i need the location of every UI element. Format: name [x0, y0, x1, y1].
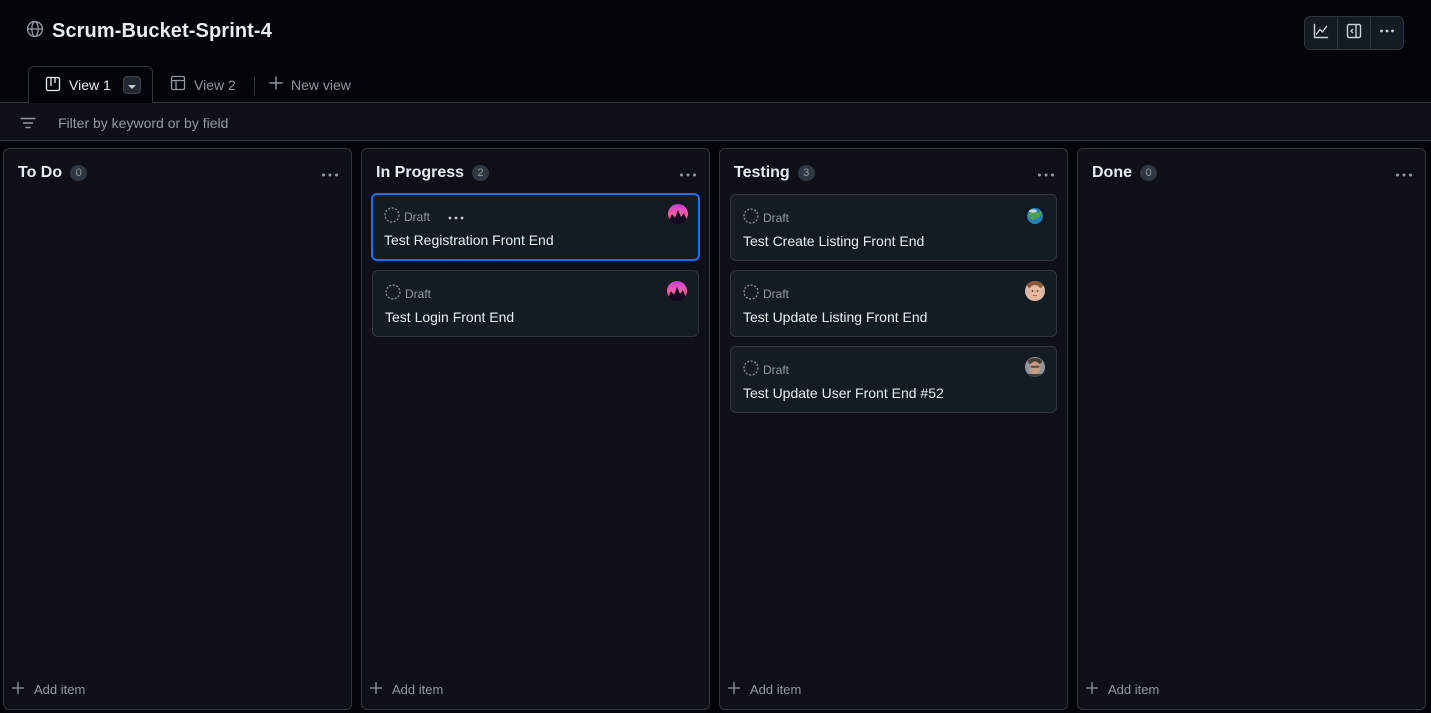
column-to-do: To Do 0 Add item	[3, 148, 352, 710]
card-menu-button[interactable]	[448, 210, 464, 224]
kebab-icon	[1395, 165, 1413, 182]
card-item[interactable]: Draft Test Update User Front End #52	[730, 346, 1057, 413]
card-meta: Draft	[385, 284, 431, 303]
globe-icon	[26, 20, 44, 43]
view-tabs: View 1 View 2 New view	[0, 66, 1431, 104]
plus-icon	[727, 681, 741, 697]
add-item-button[interactable]: Add item	[727, 681, 802, 697]
card-status: Draft	[763, 362, 790, 377]
avatar[interactable]	[667, 281, 687, 301]
card-meta: Draft	[743, 284, 789, 303]
add-item-label: Add item	[34, 682, 86, 697]
filter-input[interactable]: Filter by keyword or by field	[58, 115, 228, 131]
column-header: In Progress 2	[376, 164, 490, 182]
column-header: To Do 0	[18, 164, 88, 182]
kebab-icon	[1037, 165, 1055, 182]
plus-icon	[1085, 681, 1099, 697]
card-item[interactable]: Draft Test Create Listing Front End	[730, 194, 1057, 261]
project-toolbar	[1304, 16, 1404, 50]
column-testing: Testing 3 Draft Test Create Listing Fron…	[719, 148, 1068, 710]
project-menu-button[interactable]	[1371, 17, 1403, 49]
card-item[interactable]: Draft Test Update Listing Front End	[730, 270, 1057, 337]
add-item-button[interactable]: Add item	[1085, 681, 1160, 697]
project-title-wrap: Scrum-Bucket-Sprint-4	[26, 20, 272, 43]
column-count-badge: 2	[472, 165, 490, 181]
column-menu-button[interactable]	[321, 165, 339, 183]
card-status: Draft	[404, 209, 431, 224]
board-icon	[45, 76, 61, 95]
column-count-badge: 3	[797, 165, 815, 181]
sidebar-icon	[1346, 23, 1362, 44]
graph-icon	[1313, 23, 1329, 44]
add-item-button[interactable]: Add item	[11, 681, 86, 697]
filter-icon	[20, 116, 36, 134]
plus-icon	[369, 681, 383, 697]
tab-view-2[interactable]: View 2	[170, 66, 236, 103]
add-item-button[interactable]: Add item	[369, 681, 444, 697]
column-menu-button[interactable]	[679, 165, 697, 183]
column-title: Testing	[734, 164, 790, 181]
table-icon	[170, 75, 186, 94]
filter-bar[interactable]: Filter by keyword or by field	[0, 103, 1431, 141]
card-meta: Draft	[743, 208, 789, 227]
kebab-icon	[321, 165, 339, 182]
column-count-badge: 0	[70, 165, 88, 181]
card-title[interactable]: Test Create Listing Front End	[743, 233, 924, 249]
draft-circle-icon	[743, 208, 759, 227]
card-item[interactable]: Draft Test Registration Front End	[371, 193, 700, 261]
project-header: Scrum-Bucket-Sprint-4	[0, 0, 1431, 66]
column-menu-button[interactable]	[1395, 165, 1413, 183]
card-title[interactable]: Test Registration Front End	[384, 232, 554, 248]
add-item-label: Add item	[750, 682, 802, 697]
add-item-label: Add item	[392, 682, 444, 697]
insights-button[interactable]	[1305, 17, 1338, 49]
card-meta: Draft	[384, 207, 464, 226]
column-done: Done 0 Add item	[1077, 148, 1426, 710]
card-status: Draft	[763, 210, 790, 225]
side-panel-button[interactable]	[1338, 17, 1371, 49]
avatar[interactable]	[668, 204, 688, 224]
kebab-icon	[1379, 23, 1395, 44]
card-meta: Draft	[743, 360, 789, 379]
view-options-button[interactable]	[122, 76, 141, 94]
caret-down-icon	[127, 77, 136, 93]
tab-divider	[254, 77, 255, 95]
draft-circle-icon	[385, 284, 401, 303]
tab-label: View 2	[194, 76, 236, 93]
tab-label: New view	[291, 76, 351, 93]
add-item-label: Add item	[1108, 682, 1160, 697]
card-title[interactable]: Test Update Listing Front End	[743, 309, 927, 325]
draft-circle-icon	[384, 207, 400, 226]
tab-view-1[interactable]: View 1	[28, 66, 153, 104]
kebab-icon	[448, 210, 464, 224]
draft-circle-icon	[743, 284, 759, 303]
column-count-badge: 0	[1140, 165, 1157, 181]
card-status: Draft	[763, 286, 790, 301]
column-header: Done 0	[1092, 164, 1157, 182]
page-title: Scrum-Bucket-Sprint-4	[52, 20, 272, 42]
kebab-icon	[679, 165, 697, 182]
avatar[interactable]	[1025, 357, 1045, 377]
plus-icon	[269, 76, 283, 93]
card-item[interactable]: Draft Test Login Front End	[372, 270, 699, 337]
column-title: Done	[1092, 164, 1132, 181]
draft-circle-icon	[743, 360, 759, 379]
new-view-button[interactable]: New view	[269, 66, 351, 103]
card-title[interactable]: Test Update User Front End #52	[743, 385, 944, 401]
column-menu-button[interactable]	[1037, 165, 1055, 183]
column-title: To Do	[18, 164, 63, 181]
plus-icon	[11, 681, 25, 697]
avatar[interactable]	[1025, 281, 1045, 301]
tab-label: View 1	[69, 77, 111, 93]
card-status: Draft	[405, 286, 432, 301]
column-in-progress: In Progress 2 Draft Test Registration Fr…	[361, 148, 710, 710]
avatar[interactable]	[1025, 205, 1045, 225]
column-title: In Progress	[376, 164, 465, 181]
column-header: Testing 3	[734, 164, 815, 182]
card-title[interactable]: Test Login Front End	[385, 309, 514, 325]
